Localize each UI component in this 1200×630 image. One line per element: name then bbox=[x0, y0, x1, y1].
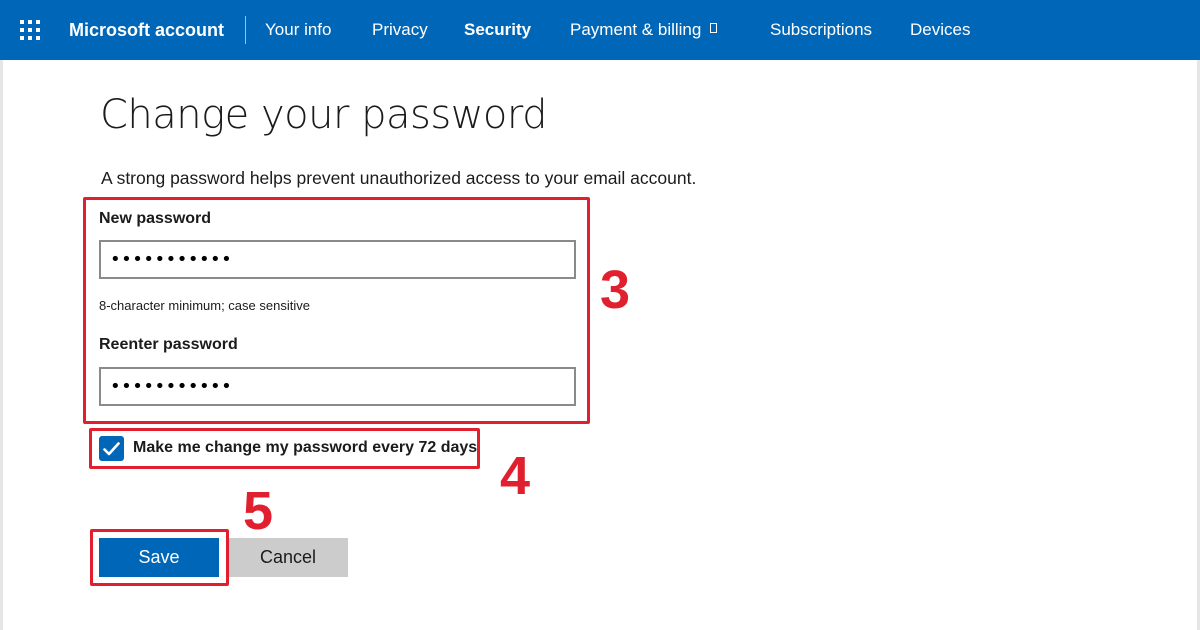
nav-your-info[interactable]: Your info bbox=[265, 0, 331, 60]
reenter-password-value: ••••••••••• bbox=[110, 375, 233, 397]
new-password-label: New password bbox=[99, 210, 212, 227]
nav-devices[interactable]: Devices bbox=[910, 0, 970, 60]
new-password-field[interactable]: ••••••••••• bbox=[99, 240, 576, 279]
external-link-icon bbox=[710, 23, 718, 33]
annotation-step-4: 4 bbox=[500, 446, 531, 506]
nav-subscriptions[interactable]: Subscriptions bbox=[770, 0, 872, 60]
password-hint: 8-character minimum; case sensitive bbox=[99, 298, 310, 313]
annotation-step-3: 3 bbox=[600, 260, 631, 320]
nav-payment-billing-label: Payment & billing bbox=[570, 20, 702, 39]
checkmark-icon bbox=[103, 441, 120, 455]
new-password-value: ••••••••••• bbox=[110, 248, 233, 270]
page-left-border bbox=[0, 60, 3, 630]
annotation-step-5: 5 bbox=[243, 481, 274, 541]
intro-text: A strong password helps prevent unauthor… bbox=[101, 168, 697, 188]
cancel-button[interactable]: Cancel bbox=[228, 538, 348, 577]
save-button[interactable]: Save bbox=[99, 538, 219, 577]
nav-security[interactable]: Security bbox=[464, 0, 531, 60]
page-title: Change your password bbox=[100, 92, 548, 138]
top-nav-bar: Microsoft account Your info Privacy Secu… bbox=[0, 0, 1200, 60]
reenter-password-label: Reenter password bbox=[99, 336, 238, 353]
app-launcher-icon[interactable] bbox=[20, 20, 40, 40]
expire-password-label[interactable]: Make me change my password every 72 days bbox=[133, 439, 477, 457]
brand-title[interactable]: Microsoft account bbox=[69, 0, 224, 60]
nav-divider bbox=[245, 16, 246, 44]
expire-password-checkbox[interactable] bbox=[99, 436, 124, 461]
nav-privacy[interactable]: Privacy bbox=[372, 0, 428, 60]
reenter-password-field[interactable]: ••••••••••• bbox=[99, 367, 576, 406]
nav-payment-billing[interactable]: Payment & billing bbox=[570, 0, 718, 60]
